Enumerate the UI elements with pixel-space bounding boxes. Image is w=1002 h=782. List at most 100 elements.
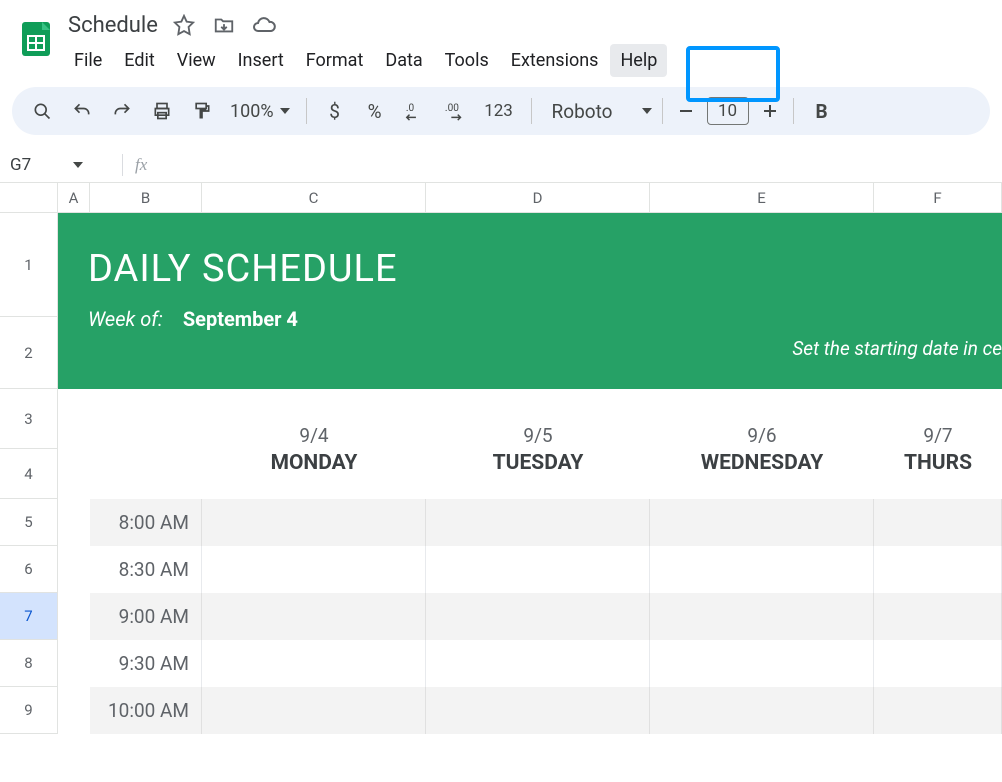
- row-header-8[interactable]: 8: [0, 640, 58, 687]
- font-size-input[interactable]: 10: [707, 97, 749, 125]
- svg-text:.0: .0: [405, 103, 414, 114]
- column-headers: ABCDEF: [0, 183, 1002, 213]
- weekof-date: September 4: [183, 307, 298, 331]
- select-all-corner[interactable]: [0, 183, 58, 213]
- banner-title: DAILY SCHEDULE: [88, 247, 1002, 291]
- increase-decimal-button[interactable]: .00: [437, 93, 473, 129]
- schedule-cell[interactable]: [202, 499, 426, 546]
- undo-icon[interactable]: [64, 93, 100, 129]
- schedule-cell[interactable]: [202, 687, 426, 734]
- row-header-4[interactable]: 4: [0, 449, 58, 499]
- move-icon[interactable]: [210, 11, 238, 39]
- paint-format-icon[interactable]: [184, 93, 220, 129]
- menu-edit[interactable]: Edit: [114, 44, 164, 77]
- bold-button[interactable]: B: [804, 100, 840, 123]
- row-header-3[interactable]: 3: [0, 389, 58, 449]
- percent-button[interactable]: %: [357, 93, 393, 129]
- day-col-2: TUESDAY: [426, 451, 650, 475]
- column-header-B[interactable]: B: [90, 183, 202, 213]
- schedule-cell[interactable]: [426, 499, 650, 546]
- separator: [662, 98, 663, 124]
- font-select[interactable]: Roboto: [542, 100, 652, 123]
- decrease-decimal-button[interactable]: .0: [397, 93, 433, 129]
- schedule-cell[interactable]: [874, 687, 1002, 734]
- time-label: 10:00 AM: [90, 687, 202, 734]
- row-headers: 123456789: [0, 213, 58, 734]
- menu-data[interactable]: Data: [375, 44, 432, 77]
- schedule-cell[interactable]: [874, 593, 1002, 640]
- spreadsheet-grid: ABCDEF 123456789 DAILY SCHEDULE Week of:…: [0, 183, 1002, 734]
- name-box-value: G7: [10, 155, 31, 175]
- increase-font-size-button[interactable]: [757, 93, 783, 129]
- sheets-logo[interactable]: [10, 8, 62, 58]
- decrease-font-size-button[interactable]: [673, 93, 699, 129]
- schedule-cell[interactable]: [426, 546, 650, 593]
- redo-icon[interactable]: [104, 93, 140, 129]
- zoom-value: 100%: [230, 101, 274, 122]
- menu-tools[interactable]: Tools: [435, 44, 499, 77]
- number-format-button[interactable]: 123: [477, 93, 521, 129]
- schedule-cell[interactable]: [650, 499, 874, 546]
- document-title[interactable]: Schedule: [62, 13, 158, 38]
- time-row[interactable]: 10:00 AM: [58, 687, 1002, 734]
- date-col-1: 9/4: [202, 424, 426, 447]
- sheet-content[interactable]: DAILY SCHEDULE Week of: September 4 Set …: [58, 213, 1002, 734]
- zoom-select[interactable]: 100%: [224, 101, 296, 122]
- schedule-cell[interactable]: [874, 640, 1002, 687]
- formula-bar: G7 fx: [0, 147, 1002, 183]
- menubar: File Edit View Insert Format Data Tools …: [62, 44, 992, 77]
- day-col-3: WEDNESDAY: [650, 451, 874, 475]
- row-header-5[interactable]: 5: [0, 499, 58, 546]
- schedule-cell[interactable]: [426, 593, 650, 640]
- time-row[interactable]: 8:30 AM: [58, 546, 1002, 593]
- header: Schedule File Edit View Insert Format Da…: [0, 0, 1002, 77]
- time-row[interactable]: 8:00 AM: [58, 499, 1002, 546]
- print-icon[interactable]: [144, 93, 180, 129]
- toolbar: 100% $ % .0 .00 123 Roboto 10 B: [12, 87, 990, 135]
- menu-file[interactable]: File: [64, 44, 112, 77]
- date-col-3: 9/6: [650, 424, 874, 447]
- row-header-6[interactable]: 6: [0, 546, 58, 593]
- column-header-D[interactable]: D: [426, 183, 650, 213]
- schedule-cell[interactable]: [202, 640, 426, 687]
- schedule-cell[interactable]: [650, 640, 874, 687]
- row-header-9[interactable]: 9: [0, 687, 58, 734]
- search-icon[interactable]: [24, 93, 60, 129]
- row-header-7[interactable]: 7: [0, 593, 58, 640]
- menu-view[interactable]: View: [167, 44, 226, 77]
- schedule-cell[interactable]: [650, 687, 874, 734]
- fx-label: fx: [135, 155, 147, 175]
- date-col-2: 9/5: [426, 424, 650, 447]
- column-header-E[interactable]: E: [650, 183, 874, 213]
- time-row[interactable]: 9:00 AM: [58, 593, 1002, 640]
- column-header-F[interactable]: F: [874, 183, 1002, 213]
- column-header-A[interactable]: A: [58, 183, 90, 213]
- chevron-down-icon: [280, 108, 290, 114]
- menu-extensions[interactable]: Extensions: [501, 44, 609, 77]
- schedule-cell[interactable]: [202, 593, 426, 640]
- schedule-cell[interactable]: [426, 687, 650, 734]
- weekof-label: Week of:: [88, 307, 163, 331]
- currency-button[interactable]: $: [317, 93, 353, 129]
- cloud-status-icon[interactable]: [250, 11, 278, 39]
- row-header-1[interactable]: 1: [0, 213, 58, 317]
- row-header-2[interactable]: 2: [0, 317, 58, 389]
- menu-format[interactable]: Format: [296, 44, 374, 77]
- menu-insert[interactable]: Insert: [228, 44, 294, 77]
- time-row[interactable]: 9:30 AM: [58, 640, 1002, 687]
- schedule-cell[interactable]: [202, 546, 426, 593]
- schedule-cell[interactable]: [650, 593, 874, 640]
- time-label: 8:00 AM: [90, 499, 202, 546]
- svg-text:.00: .00: [444, 103, 458, 114]
- menu-help[interactable]: Help: [610, 44, 667, 77]
- separator: [122, 154, 123, 176]
- schedule-cell[interactable]: [426, 640, 650, 687]
- schedule-cell[interactable]: [650, 546, 874, 593]
- name-box[interactable]: G7: [0, 155, 110, 175]
- star-icon[interactable]: [170, 11, 198, 39]
- banner-hint: Set the starting date in ce: [792, 337, 1002, 360]
- column-header-C[interactable]: C: [202, 183, 426, 213]
- schedule-cell[interactable]: [874, 499, 1002, 546]
- font-name-value: Roboto: [552, 100, 613, 123]
- schedule-cell[interactable]: [874, 546, 1002, 593]
